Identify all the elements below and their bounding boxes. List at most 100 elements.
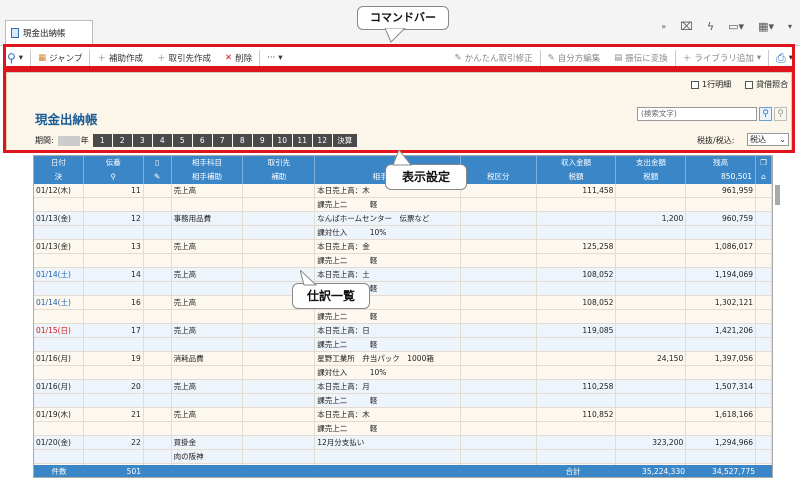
partner-cell [243, 240, 316, 253]
blank-cell [756, 268, 772, 281]
table-row[interactable]: 肉の阪神 [34, 450, 772, 464]
expense-cell [616, 268, 687, 281]
table-row[interactable]: 01/19(木) 21 売上高 本日売上高：木 110,852 1,618,166 [34, 408, 772, 422]
chevron-down-icon[interactable]: ▾ [788, 22, 792, 31]
book-icon[interactable]: ▯ [144, 156, 172, 170]
table-row[interactable]: 01/13(金) 13 売上高 本日売上高：金 125,258 1,086,017 [34, 240, 772, 254]
table-row[interactable]: 01/16(月) 20 売上高 本日売上高：月 110,258 1,507,314 [34, 380, 772, 394]
date-cell: 01/19(木) [34, 408, 84, 421]
footer-count-label: 件数 [51, 467, 67, 476]
calendar-icon[interactable]: ▦▾ [758, 20, 774, 33]
header-supplement[interactable]: 補助 [243, 170, 316, 184]
header-date[interactable]: 日付 [34, 156, 84, 170]
income-cell [537, 212, 617, 225]
table-row[interactable]: 01/15(日) 17 売上高 本日売上高：日 119,085 1,421,206 [34, 324, 772, 338]
voucher-cell: 22 [84, 436, 144, 449]
window-icon[interactable]: ▭▾ [728, 20, 744, 33]
footer-expense-total: 34,527,775 [712, 467, 755, 476]
header-blank-2 [461, 156, 537, 170]
copy-icon[interactable]: ❐ [756, 156, 772, 170]
table-row[interactable]: 課売上二 軽 [34, 198, 772, 212]
table-row[interactable]: 01/16(月) 19 消耗品費 星野工業所 弁当パック 1000箱 24,150 1,3… [34, 352, 772, 366]
table-row[interactable]: 課売上二 軽 [34, 254, 772, 268]
income-cell: 111,458 [537, 184, 617, 197]
edit-icon[interactable]: ✎ [144, 170, 172, 184]
callout-display-settings: 表示設定 [385, 164, 467, 190]
account-cell: 売上高 [172, 380, 244, 393]
balance-cell [686, 198, 757, 211]
voucher-cell [84, 198, 144, 211]
partner-cell [243, 212, 316, 225]
account-cell: 売上高 [172, 408, 244, 421]
voucher-cell [84, 226, 144, 239]
tag-icon[interactable]: ⌂ [756, 170, 772, 184]
voucher-cell: 21 [84, 408, 144, 421]
table-row[interactable]: 課対仕入 10% [34, 366, 772, 380]
icon-cell [144, 408, 172, 421]
partner-cell [243, 226, 316, 239]
income-cell [537, 422, 617, 435]
blank-cell [756, 324, 772, 337]
footer-income-total: 35,224,330 [642, 467, 685, 476]
table-row[interactable]: 課売上二 軽 [34, 394, 772, 408]
account-cell [172, 310, 244, 323]
icon-cell [144, 352, 172, 365]
scrollbar-thumb[interactable] [775, 185, 780, 205]
header-sub-account[interactable]: 相手補助 [172, 170, 244, 184]
tax-category-cell [461, 296, 537, 309]
tab-cash-book[interactable]: 現金出納帳 [5, 20, 93, 44]
voucher-cell: 20 [84, 380, 144, 393]
balance-cell: 1,421,206 [686, 324, 757, 337]
description-cell: 12月分支払い [315, 436, 461, 449]
header-partner[interactable]: 取引先 [243, 156, 316, 170]
description-cell: 課対仕入 10% [315, 366, 461, 379]
table-row[interactable]: 01/20(金) 22 買掛金 12月分支払い 323,200 1,294,966 [34, 436, 772, 450]
table-row[interactable]: 課売上二 軽 [34, 422, 772, 436]
income-cell [537, 338, 617, 351]
date-cell: 01/16(月) [34, 352, 84, 365]
date-cell [34, 198, 84, 211]
tax-category-cell [461, 198, 537, 211]
header-settle[interactable]: 決 [34, 170, 84, 184]
tax-category-cell [461, 380, 537, 393]
expense-cell [616, 450, 687, 463]
partner-cell [243, 324, 316, 337]
header-income[interactable]: 収入金額 [537, 156, 617, 170]
income-cell [537, 436, 617, 449]
header-income-tax[interactable]: 税額 [537, 170, 617, 184]
balance-cell: 1,086,017 [686, 240, 757, 253]
voucher-cell [84, 338, 144, 351]
header-expense-tax[interactable]: 税額 [616, 170, 687, 184]
bookmark-icon[interactable]: ⌧ [680, 20, 693, 33]
table-row[interactable]: 01/14(土) 14 売上高 本日売上高：土 108,052 1,194,069 [34, 268, 772, 282]
description-cell: 本日売上高：月 [315, 380, 461, 393]
header-balance[interactable]: 残高 [686, 156, 757, 170]
income-cell: 110,852 [537, 408, 617, 421]
partner-cell [243, 254, 316, 267]
chevron-double-right-icon[interactable]: » [661, 22, 666, 31]
lightning-icon[interactable]: ϟ [707, 20, 714, 33]
balance-cell [686, 422, 757, 435]
callout-arrow [385, 28, 406, 43]
table-row[interactable]: 課売上二 軽 [34, 310, 772, 324]
table-row[interactable]: 01/14(土)16売上高本日売上高：土108,0521,302,121 [34, 296, 772, 310]
expense-cell [616, 366, 687, 379]
header-voucher[interactable]: 伝番 [84, 156, 144, 170]
table-row[interactable]: 課対仕入 10% [34, 226, 772, 240]
table-row[interactable]: 課売上二 軽 [34, 282, 772, 296]
balance-cell: 1,397,056 [686, 352, 757, 365]
header-expense[interactable]: 支出金額 [616, 156, 687, 170]
expense-cell [616, 226, 687, 239]
header-tax-category[interactable]: 税区分 [461, 170, 537, 184]
icon-cell [144, 394, 172, 407]
search-icon[interactable]: ⚲ [84, 170, 144, 184]
balance-cell [686, 338, 757, 351]
tax-category-cell [461, 394, 537, 407]
table-row[interactable]: 01/13(金) 12 事務用品費 なんばホームセンター 伝票など 1,200 960,7… [34, 212, 772, 226]
header-account[interactable]: 相手科目 [172, 156, 244, 170]
account-cell: 事務用品費 [172, 212, 244, 225]
table-row[interactable]: 課売上二 軽 [34, 338, 772, 352]
income-cell [537, 282, 617, 295]
expense-cell [616, 254, 687, 267]
tax-category-cell [461, 310, 537, 323]
